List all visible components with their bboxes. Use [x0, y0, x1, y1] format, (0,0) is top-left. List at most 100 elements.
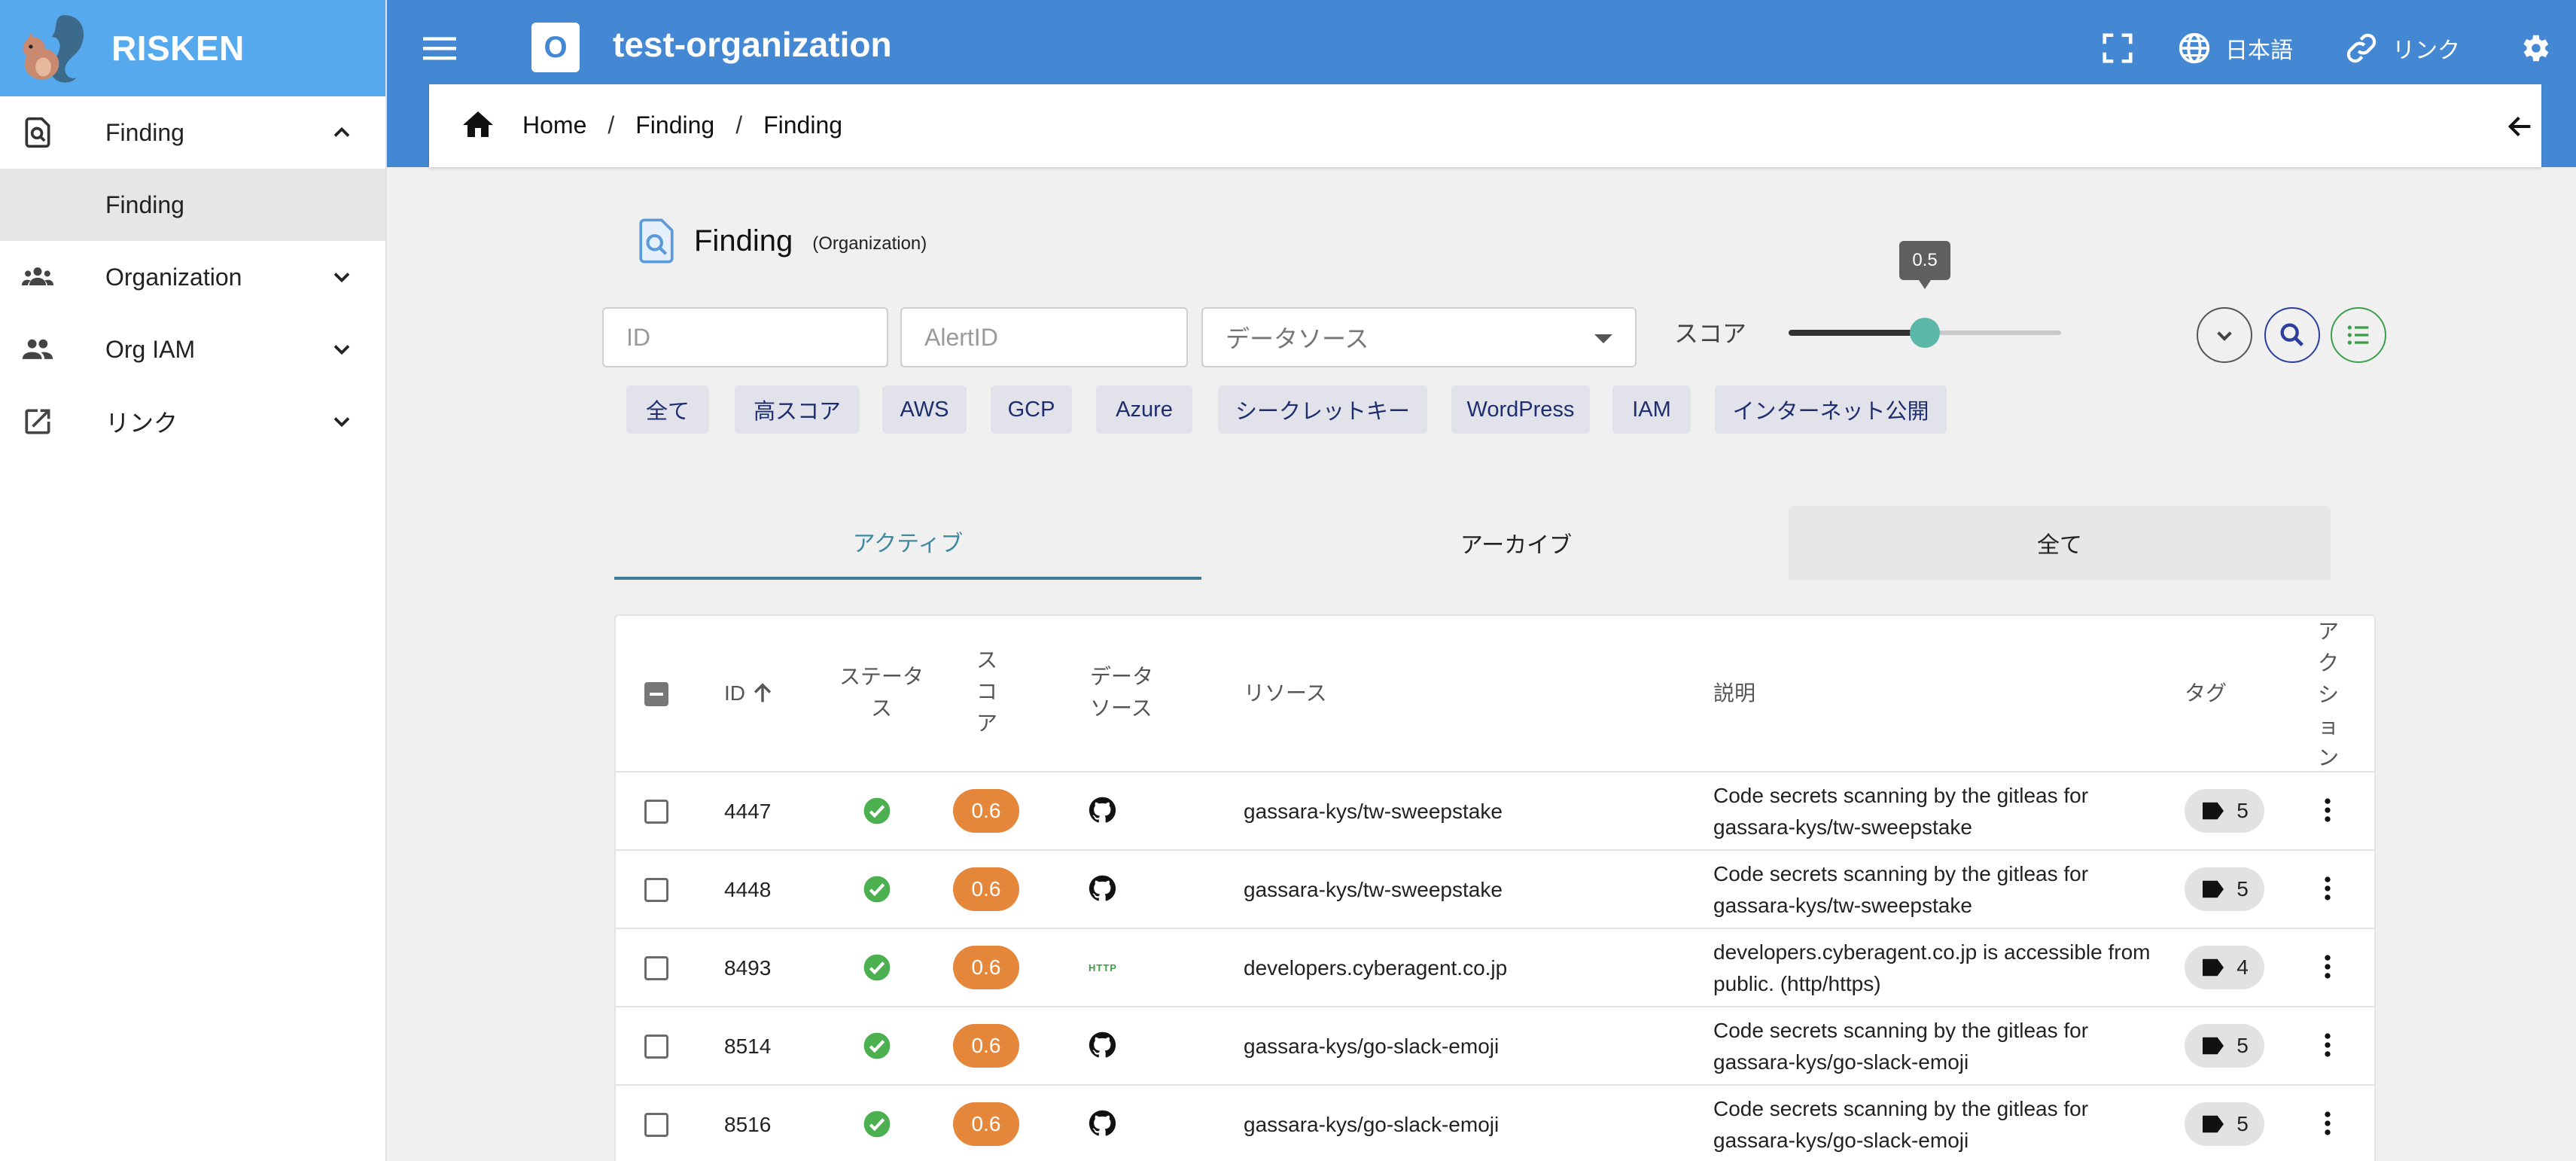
chip-aws[interactable]: AWS: [882, 385, 967, 434]
more-vert-icon[interactable]: [2311, 1107, 2344, 1145]
chip-all[interactable]: 全て: [626, 385, 709, 434]
sidebar: RISKEN Finding Finding Organization Org …: [0, 0, 387, 1161]
select-all-checkbox[interactable]: [644, 682, 668, 706]
more-vert-icon[interactable]: [2311, 950, 2344, 989]
sidebar-item-finding[interactable]: Finding: [0, 96, 385, 169]
table-row[interactable]: 8514 0.6 gassara-kys/go-slack-emoji Code…: [616, 1007, 2374, 1086]
sidebar-item-organization[interactable]: Organization: [0, 241, 385, 313]
sidebar-subitem-label: Finding: [105, 190, 184, 218]
resource-name[interactable]: gassara-kys/tw-sweepstake: [1244, 800, 1503, 824]
fullscreen-button[interactable]: [2100, 29, 2135, 68]
language-button[interactable]: 日本語: [2177, 29, 2293, 68]
status-ok-icon: [863, 1031, 891, 1065]
main-content: Finding (Organization) ID AlertID データソース…: [387, 167, 2576, 1161]
row-checkbox[interactable]: [644, 1113, 668, 1137]
expand-filters-button[interactable]: [2197, 307, 2252, 363]
column-header-description: 説明: [1713, 681, 1756, 705]
tab-active[interactable]: アクティブ: [614, 506, 1201, 580]
breadcrumb-separator: /: [607, 111, 615, 139]
chip-wordpress[interactable]: WordPress: [1451, 385, 1590, 434]
tab-archive[interactable]: アーカイブ: [1223, 506, 1810, 580]
list-icon: [2347, 325, 2369, 345]
id-input[interactable]: ID: [602, 307, 888, 367]
tag-count: 4: [2236, 955, 2249, 979]
tag-count-chip[interactable]: 4: [2185, 946, 2264, 989]
arrow-left-icon[interactable]: [2505, 111, 2535, 142]
tab-all[interactable]: 全て: [1789, 506, 2331, 580]
tag-count-chip[interactable]: 5: [2185, 789, 2264, 833]
finding-description: Code secrets scanning by the gitleas for…: [1713, 1019, 2089, 1074]
datasource-select[interactable]: データソース: [1201, 307, 1637, 367]
search-button[interactable]: [2264, 307, 2320, 363]
row-checkbox[interactable]: [644, 1035, 668, 1059]
chip-internet-exposed[interactable]: インターネット公開: [1715, 385, 1947, 434]
chip-secret-key[interactable]: シークレットキー: [1218, 385, 1427, 434]
more-vert-icon[interactable]: [2311, 1028, 2344, 1067]
home-icon[interactable]: [459, 107, 497, 143]
chip-iam[interactable]: IAM: [1612, 385, 1691, 434]
resource-name[interactable]: gassara-kys/go-slack-emoji: [1244, 1113, 1499, 1137]
chevron-up-icon[interactable]: [328, 119, 355, 146]
slider-value-tooltip: 0.5: [1899, 241, 1950, 289]
menu-icon[interactable]: [423, 33, 456, 63]
chip-azure[interactable]: Azure: [1096, 385, 1192, 434]
sidebar-item-label: Org IAM: [105, 335, 196, 363]
status-ok-icon: [863, 953, 891, 987]
tag-count-chip[interactable]: 5: [2185, 1102, 2264, 1146]
finding-description: Code secrets scanning by the gitleas for…: [1713, 862, 2089, 917]
sidebar-subitem-finding[interactable]: Finding: [0, 169, 385, 241]
more-vert-icon[interactable]: [2311, 794, 2344, 832]
globe-icon: [2179, 32, 2210, 64]
score-badge: 0.6: [953, 789, 1019, 833]
score-badge: 0.6: [953, 867, 1019, 911]
list-view-button[interactable]: [2331, 307, 2386, 363]
chip-high-score[interactable]: 高スコア: [735, 385, 860, 434]
sidebar-item-link[interactable]: リンク: [0, 385, 385, 458]
alert-id-input[interactable]: AlertID: [900, 307, 1188, 367]
row-checkbox[interactable]: [644, 956, 668, 980]
sidebar-item-org-iam[interactable]: Org IAM: [0, 313, 385, 385]
score-slider[interactable]: 0.5: [1789, 241, 2061, 348]
table-row[interactable]: 4448 0.6 gassara-kys/tw-sweepstake Code …: [616, 851, 2374, 929]
score-badge: 0.6: [953, 946, 1019, 989]
chevron-down-icon[interactable]: [328, 408, 355, 435]
github-icon: [1089, 1031, 1116, 1064]
table-row[interactable]: 4447 0.6 gassara-kys/tw-sweepstake Code …: [616, 772, 2374, 851]
finding-description: Code secrets scanning by the gitleas for…: [1713, 784, 2089, 839]
table-row[interactable]: 8493 0.6 HTTP developers.cyberagent.co.j…: [616, 929, 2374, 1007]
column-header-id-label: ID: [724, 681, 745, 705]
finding-id[interactable]: 4448: [724, 878, 771, 902]
resource-name[interactable]: gassara-kys/tw-sweepstake: [1244, 878, 1503, 902]
brand-header[interactable]: RISKEN: [0, 0, 385, 96]
tag-count-chip[interactable]: 5: [2185, 867, 2264, 911]
score-label: スコア: [1674, 320, 1747, 347]
row-checkbox[interactable]: [644, 878, 668, 902]
finding-id[interactable]: 4447: [724, 800, 771, 824]
finding-id[interactable]: 8514: [724, 1035, 771, 1059]
breadcrumb-finding[interactable]: Finding: [635, 111, 714, 139]
slider-thumb[interactable]: [1910, 318, 1940, 348]
settings-button[interactable]: [2517, 29, 2552, 68]
link-icon: [2346, 33, 2377, 63]
finding-description: Code secrets scanning by the gitleas for…: [1713, 1097, 2089, 1152]
find-in-page-icon: [639, 218, 674, 264]
chevron-down-icon[interactable]: [328, 336, 355, 363]
finding-id[interactable]: 8516: [724, 1113, 771, 1137]
table-row[interactable]: 8516 0.6 gassara-kys/go-slack-emoji Code…: [616, 1086, 2374, 1161]
row-checkbox[interactable]: [644, 800, 668, 824]
link-button[interactable]: リンク: [2344, 29, 2460, 68]
chip-gcp[interactable]: GCP: [991, 385, 1072, 434]
finding-description: developers.cyberagent.co.jp is accessibl…: [1713, 940, 2151, 995]
tag-count-chip[interactable]: 5: [2185, 1024, 2264, 1068]
organization-title: test-organization: [613, 25, 892, 64]
breadcrumb-home[interactable]: Home: [522, 111, 586, 139]
column-header-id[interactable]: ID: [724, 678, 775, 709]
resource-name[interactable]: developers.cyberagent.co.jp: [1244, 956, 1507, 980]
tag-count: 5: [2236, 799, 2249, 822]
chevron-down-icon[interactable]: [328, 264, 355, 291]
sidebar-item-label: リンク: [105, 410, 178, 437]
finding-id[interactable]: 8493: [724, 956, 771, 980]
resource-name[interactable]: gassara-kys/go-slack-emoji: [1244, 1035, 1499, 1059]
more-vert-icon[interactable]: [2311, 872, 2344, 910]
groups-icon: [21, 267, 54, 285]
